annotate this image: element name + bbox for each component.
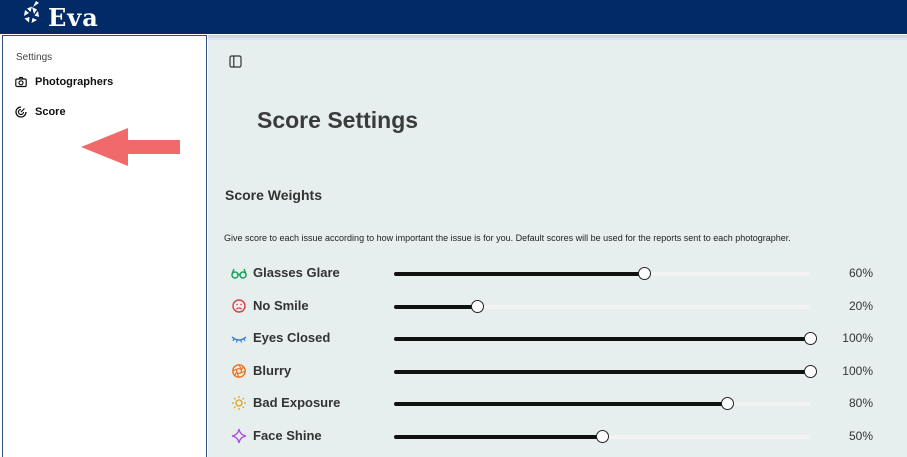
slider-fill: [394, 272, 644, 276]
weight-value: 100%: [842, 331, 873, 345]
section-description: Give score to each issue according to ho…: [224, 233, 791, 243]
slider-thumb[interactable]: [720, 397, 734, 410]
page-title: Score Settings: [257, 107, 419, 133]
weight-slider[interactable]: [394, 300, 810, 313]
weight-slider[interactable]: [394, 365, 817, 378]
sun-icon: [232, 396, 246, 410]
frown-icon: [232, 299, 246, 313]
weight-value: 80%: [848, 396, 873, 410]
sidebar-toggle-icon[interactable]: [229, 55, 242, 68]
weight-label: Eyes Closed: [253, 330, 331, 345]
slider-thumb[interactable]: [637, 267, 651, 280]
weight-value: 100%: [842, 364, 873, 378]
sidebar-item-score[interactable]: Score: [15, 102, 66, 122]
camera-icon: [15, 76, 27, 88]
weight-slider[interactable]: [394, 430, 810, 443]
aperture-icon: [232, 364, 246, 378]
sidebar-item-label: Photographers: [35, 76, 114, 88]
gauge-icon: [15, 106, 27, 118]
weight-label: Face Shine: [253, 428, 322, 443]
weight-label: Blurry: [253, 363, 292, 378]
section-title: Score Weights: [225, 187, 322, 203]
glasses-icon: [231, 268, 247, 279]
weight-value: 60%: [848, 266, 873, 280]
sidebar-item-photographers[interactable]: Photographers: [15, 72, 113, 92]
weight-slider[interactable]: [394, 267, 810, 280]
weight-row-no-smile: No Smile 20%: [231, 296, 881, 316]
weight-row-face-shine: Face Shine 50%: [231, 426, 881, 446]
slider-fill: [394, 370, 810, 374]
settings-sidebar: Settings Photographers Score: [2, 35, 207, 457]
slider-fill: [394, 337, 810, 341]
weight-value: 20%: [848, 299, 873, 313]
main-content: Score Settings Score Weights Give score …: [208, 35, 907, 457]
weight-label: Bad Exposure: [253, 395, 341, 410]
red-pointer-arrow: [81, 128, 180, 166]
weight-value: 50%: [848, 429, 873, 443]
shutter-logo-icon: [24, 1, 39, 23]
slider-thumb[interactable]: [471, 300, 485, 313]
app-logo-text[interactable]: Eva: [48, 3, 99, 32]
weight-slider[interactable]: [394, 332, 817, 345]
weight-row-blurry: Blurry 100%: [231, 361, 881, 381]
slider-fill: [394, 402, 727, 406]
slider-thumb[interactable]: [804, 332, 817, 345]
slider-thumb[interactable]: [804, 365, 817, 378]
closed-eye-icon: [231, 336, 247, 343]
weight-row-bad-exposure: Bad Exposure 80%: [231, 393, 881, 413]
sidebar-heading: Settings: [16, 52, 53, 63]
weight-label: No Smile: [253, 298, 309, 313]
slider-fill: [394, 305, 478, 309]
sparkle-icon: [231, 428, 247, 444]
top-header-bar: Eva: [0, 0, 907, 34]
weight-row-glasses-glare: Glasses Glare 60%: [231, 263, 881, 283]
weight-row-eyes-closed: Eyes Closed 100%: [231, 328, 881, 348]
weight-slider[interactable]: [394, 397, 810, 410]
sidebar-item-label: Score: [35, 106, 66, 118]
slider-thumb[interactable]: [596, 430, 609, 443]
weight-label: Glasses Glare: [253, 265, 340, 280]
slider-fill: [394, 435, 602, 439]
